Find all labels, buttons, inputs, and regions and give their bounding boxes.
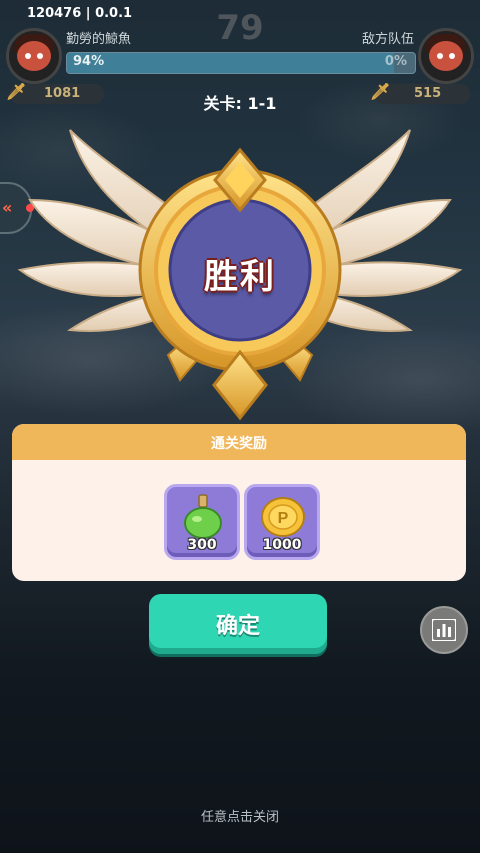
confirm-button[interactable]: 确定 bbox=[149, 594, 327, 654]
hp-right-text: 0% bbox=[384, 54, 407, 69]
right-team-name: 敌方队伍 bbox=[361, 32, 414, 47]
right-player-avatar bbox=[418, 28, 474, 84]
confirm-label: 确定 bbox=[215, 613, 260, 638]
victory-title: 胜利 bbox=[204, 257, 276, 297]
reward-panel: 通关奖励 300 P 1000 bbox=[12, 424, 466, 581]
hp-bar: 94% 0% bbox=[66, 52, 416, 74]
reward-panel-title: 通关奖励 bbox=[211, 436, 267, 452]
reward-count: 1000 bbox=[262, 537, 302, 553]
hp-bar-fill bbox=[67, 53, 395, 73]
green-potion-icon bbox=[184, 494, 222, 539]
left-team-name: 勤勞的鯨魚 bbox=[66, 32, 132, 47]
bar-chart-icon bbox=[432, 619, 456, 641]
reward-item-coin[interactable]: P 1000 bbox=[244, 484, 320, 560]
reward-count: 300 bbox=[187, 537, 217, 553]
gold-coin-icon: P bbox=[261, 497, 305, 537]
reward-item-potion[interactable]: 300 bbox=[164, 484, 240, 560]
left-player-avatar bbox=[6, 28, 62, 84]
battle-stats-button[interactable] bbox=[420, 606, 468, 654]
svg-text:P: P bbox=[278, 510, 289, 527]
close-hint[interactable]: 任意点击关闭 bbox=[0, 806, 480, 825]
hp-left-text: 94% bbox=[73, 54, 105, 69]
